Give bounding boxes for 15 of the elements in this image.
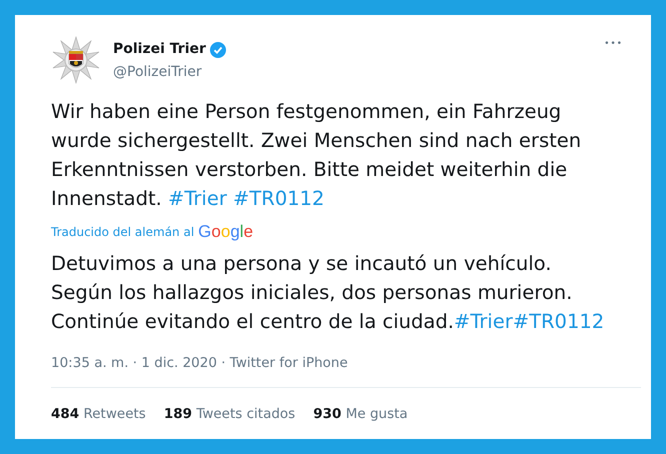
google-logo[interactable]: Google — [198, 219, 254, 244]
stat-link[interactable]: 484 Retweets — [51, 404, 146, 424]
police-star-icon — [51, 35, 101, 85]
translation-note: Traducido del alemán al — [51, 224, 194, 241]
author-handle[interactable]: @PolizeiTrier — [113, 62, 226, 82]
tweet-timestamp: 10:35 a. m. · 1 dic. 2020 · Twitter for iPhone — [51, 354, 349, 372]
more-button[interactable]: ••• — [598, 37, 629, 52]
author-name[interactable]: Polizei Trier — [113, 39, 206, 60]
hashtag-link[interactable]: #Trier — [454, 310, 513, 332]
stat-link[interactable]: 930 Me gusta — [313, 404, 408, 424]
tweet-text: Wir haben eine Person festgenommen, ein Fahrzeug wurde sichergestellt. Zwei Menschen sind nach ersten Erkenntnissen verstorben. Bitte meidet weiterhin die Innenstadt. #Trier #TR0112 — [51, 99, 582, 212]
hashtag-link[interactable]: #Trier #TR0112 — [168, 187, 324, 210]
translated-text: Detuvimos a una persona y se incautó un vehículo. Según los hallazgos iniciales, dos personas murieron. Continúe evitando el centro de la ciudad.#Trier#TR0112 — [51, 250, 606, 334]
hashtag-link[interactable]: #TR0112 — [512, 310, 604, 332]
stat-link[interactable]: 189 Tweets citados — [164, 404, 296, 424]
